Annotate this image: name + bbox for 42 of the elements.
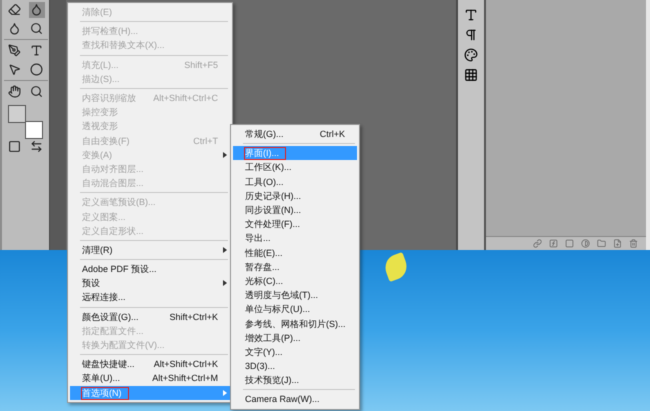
folder-icon[interactable] [597, 239, 606, 248]
link-icon[interactable] [533, 239, 542, 248]
trash-icon[interactable] [629, 239, 638, 248]
menu-item[interactable]: 常规(G)... Ctrl+K [233, 127, 357, 142]
type-icon[interactable] [28, 42, 44, 58]
menu-item[interactable]: 清理(R) [70, 242, 230, 257]
menu-item[interactable]: 文件处理(F)... [233, 217, 357, 232]
hand-icon[interactable] [6, 84, 22, 100]
eraser-icon[interactable] [6, 2, 22, 18]
menu-item[interactable]: 同步设置(N)... [233, 202, 357, 218]
menu-item[interactable]: 单位与标尺(U)... [233, 302, 357, 316]
pen-icon[interactable] [6, 42, 22, 58]
menu-item[interactable]: 预设 [70, 276, 230, 290]
menu-item[interactable]: Adobe PDF 预设... [70, 262, 230, 276]
menu-item[interactable]: 导出... [233, 231, 357, 246]
menu-item[interactable]: 光标(C)... [233, 274, 357, 288]
menu-item[interactable]: 技术预览(J)... [233, 373, 357, 388]
palette-icon[interactable] [464, 48, 478, 62]
menu-item[interactable]: 性能(E)... [233, 246, 357, 260]
foreground-color-swatch[interactable] [8, 105, 26, 123]
zoom-icon[interactable] [28, 84, 44, 100]
menu-item[interactable]: 工作区(K)... [233, 160, 357, 175]
menu-item[interactable]: 历史记录(H)... [233, 188, 357, 203]
menu-item[interactable]: 文字(Y)... [233, 344, 357, 359]
menu-item[interactable]: 颜色设置(G)... Shift+Ctrl+K [70, 310, 230, 324]
menu-item[interactable]: Camera Raw(W)... [233, 392, 357, 407]
menu-item[interactable]: 参考线、网格和切片(S)... [233, 316, 357, 331]
half-circle-icon[interactable] [581, 239, 590, 248]
menu-item[interactable]: 键盘快捷键... Alt+Shift+Ctrl+K [70, 357, 230, 372]
function-icon[interactable] [549, 239, 558, 248]
menu-item[interactable]: 透明度与色域(T)... [233, 288, 357, 302]
grid-icon[interactable] [464, 68, 478, 82]
menu-item[interactable]: 3D(3)... [233, 359, 357, 374]
menu-item[interactable]: 暂存盘... [233, 260, 357, 274]
ellipse-icon[interactable] [28, 62, 44, 78]
menu-item[interactable]: 菜单(U)... Alt+Shift+Ctrl+M [70, 371, 230, 386]
menu-item[interactable]: 远程连接... [70, 290, 230, 305]
menu-item[interactable]: 工具(O)... [233, 174, 357, 189]
paragraph-icon[interactable] [464, 28, 478, 42]
menu-item[interactable]: 增效工具(P)... [233, 330, 357, 345]
background-color-swatch[interactable] [24, 121, 42, 139]
pointer-icon[interactable] [6, 62, 22, 78]
